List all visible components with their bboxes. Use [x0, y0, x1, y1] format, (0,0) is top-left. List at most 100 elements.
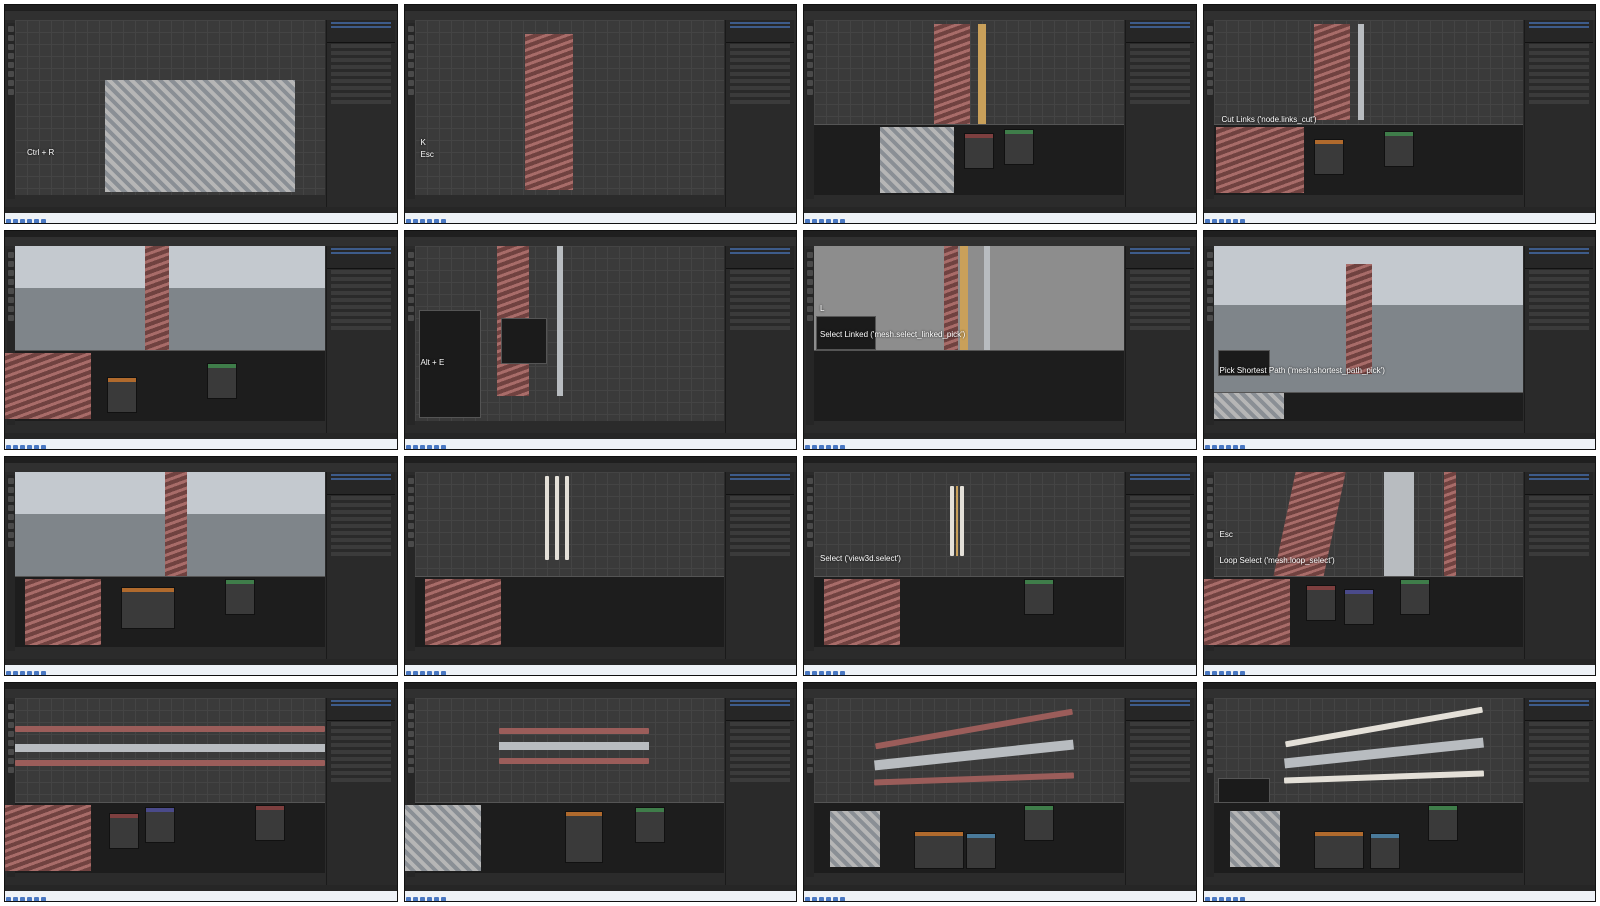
thumbnail-10	[403, 456, 797, 676]
3d-viewport[interactable]	[15, 472, 325, 582]
mapping-node[interactable]	[145, 807, 175, 843]
bsdf-node[interactable]	[1383, 131, 1414, 167]
outliner[interactable]	[326, 20, 395, 43]
bsdf-node[interactable]	[1004, 129, 1034, 165]
truss-pipe	[498, 742, 649, 750]
outliner[interactable]	[1125, 246, 1194, 269]
3d-viewport[interactable]: Select ('view3d.select')	[814, 472, 1124, 577]
3d-viewport[interactable]: Cut Links ('node.links_cut')	[1213, 20, 1523, 125]
properties-panel[interactable]	[725, 698, 794, 885]
node-editor[interactable]	[814, 802, 1124, 873]
node-editor[interactable]	[814, 124, 1124, 195]
reference-image	[105, 80, 295, 192]
outliner[interactable]	[1125, 698, 1194, 721]
properties-panel[interactable]	[1124, 246, 1194, 433]
image-texture-node[interactable]	[1313, 139, 1344, 175]
properties-panel[interactable]	[1524, 698, 1593, 885]
node-editor[interactable]	[15, 576, 325, 647]
3d-viewport[interactable]: Pick Shortest Path ('mesh.shortest_path_…	[1213, 246, 1523, 393]
shortcut-overlay-line-1: Pick Shortest Path ('mesh.shortest_path_…	[1219, 366, 1385, 375]
outliner[interactable]	[726, 20, 794, 43]
texture-preview	[880, 127, 954, 193]
3d-viewport[interactable]	[814, 20, 1124, 130]
properties-panel[interactable]	[1124, 472, 1194, 659]
outliner[interactable]	[726, 246, 794, 269]
bsdf-node[interactable]	[1427, 805, 1458, 841]
mapping-node[interactable]	[1343, 589, 1374, 625]
properties-panel[interactable]	[325, 698, 395, 885]
node-editor[interactable]	[414, 576, 724, 647]
bsdf-node[interactable]	[634, 807, 665, 843]
3d-viewport[interactable]	[414, 698, 724, 803]
3d-viewport[interactable]	[814, 698, 1124, 803]
outliner[interactable]	[1125, 472, 1194, 495]
image-texture-node[interactable]	[121, 587, 175, 629]
3d-viewport[interactable]	[15, 698, 325, 803]
shortcut-overlay-line-1: K	[420, 138, 426, 147]
bsdf-node[interactable]	[1024, 579, 1054, 615]
properties-panel[interactable]	[725, 472, 794, 659]
image-texture-node[interactable]	[564, 811, 603, 863]
outliner[interactable]	[726, 472, 794, 495]
node-editor[interactable]	[1213, 802, 1523, 873]
outliner[interactable]	[1125, 20, 1194, 43]
properties-panel[interactable]	[725, 246, 794, 433]
outliner[interactable]	[326, 698, 395, 721]
pipe-strip	[978, 24, 986, 130]
image-texture-node[interactable]	[1305, 585, 1336, 621]
node-editor[interactable]	[814, 350, 1124, 421]
image-texture-node[interactable]	[1313, 831, 1364, 869]
thumbnail-grid: Ctrl + R K Esc Cut Links ('node.links_cu…	[4, 4, 1596, 902]
image-texture-node[interactable]	[964, 133, 994, 169]
outliner[interactable]	[726, 698, 794, 721]
3d-viewport[interactable]	[1213, 698, 1523, 804]
node-editor[interactable]	[5, 350, 325, 421]
node-editor[interactable]	[1213, 392, 1523, 421]
3d-viewport[interactable]: Alt + E	[414, 246, 724, 421]
node-editor[interactable]	[1203, 576, 1523, 647]
3d-viewport[interactable]: L Select Linked ('mesh.select_linked_pic…	[814, 246, 1124, 356]
mapping-node[interactable]	[966, 833, 996, 869]
bsdf-node[interactable]	[225, 579, 255, 615]
outliner[interactable]	[1525, 246, 1593, 269]
3d-viewport[interactable]: K Esc	[414, 20, 724, 195]
truss-pipe	[15, 744, 325, 752]
properties-panel[interactable]	[725, 20, 794, 207]
taskbar	[1203, 665, 1595, 675]
properties-panel[interactable]	[1124, 20, 1194, 207]
bsdf-node[interactable]	[1399, 579, 1430, 615]
bsdf-node[interactable]	[255, 805, 285, 841]
outliner[interactable]	[1525, 472, 1593, 495]
menu-bar	[404, 237, 796, 246]
properties-panel[interactable]	[1124, 698, 1194, 885]
properties-panel[interactable]	[325, 246, 395, 433]
mesh-strut	[554, 476, 559, 560]
outliner[interactable]	[326, 472, 395, 495]
texture-preview	[830, 811, 880, 867]
node-editor[interactable]	[814, 576, 1124, 647]
3d-viewport[interactable]: Ctrl + R	[15, 20, 325, 195]
3d-viewport[interactable]: Esc Loop Select ('mesh.loop_select')	[1213, 472, 1523, 582]
outliner[interactable]	[1525, 20, 1593, 43]
properties-panel[interactable]	[1524, 20, 1593, 207]
node-editor[interactable]	[1213, 124, 1523, 195]
node-editor[interactable]	[5, 802, 325, 873]
bsdf-node[interactable]	[207, 363, 237, 399]
thumbnail-14	[403, 682, 797, 902]
image-texture-node[interactable]	[107, 377, 137, 413]
mapping-node[interactable]	[1369, 833, 1400, 869]
properties-panel[interactable]	[325, 472, 395, 659]
bsdf-node[interactable]	[1024, 805, 1054, 841]
operator-panel[interactable]	[1217, 778, 1270, 804]
3d-viewport[interactable]	[15, 246, 325, 356]
outliner[interactable]	[326, 246, 395, 269]
3d-viewport[interactable]	[414, 472, 724, 577]
properties-panel[interactable]	[1524, 246, 1593, 433]
node-editor[interactable]	[404, 802, 724, 873]
image-texture-node[interactable]	[109, 813, 139, 849]
properties-panel[interactable]	[325, 20, 395, 207]
image-texture-node[interactable]	[914, 831, 964, 869]
extrude-menu[interactable]	[500, 318, 547, 364]
outliner[interactable]	[1525, 698, 1593, 721]
properties-panel[interactable]	[1524, 472, 1593, 659]
